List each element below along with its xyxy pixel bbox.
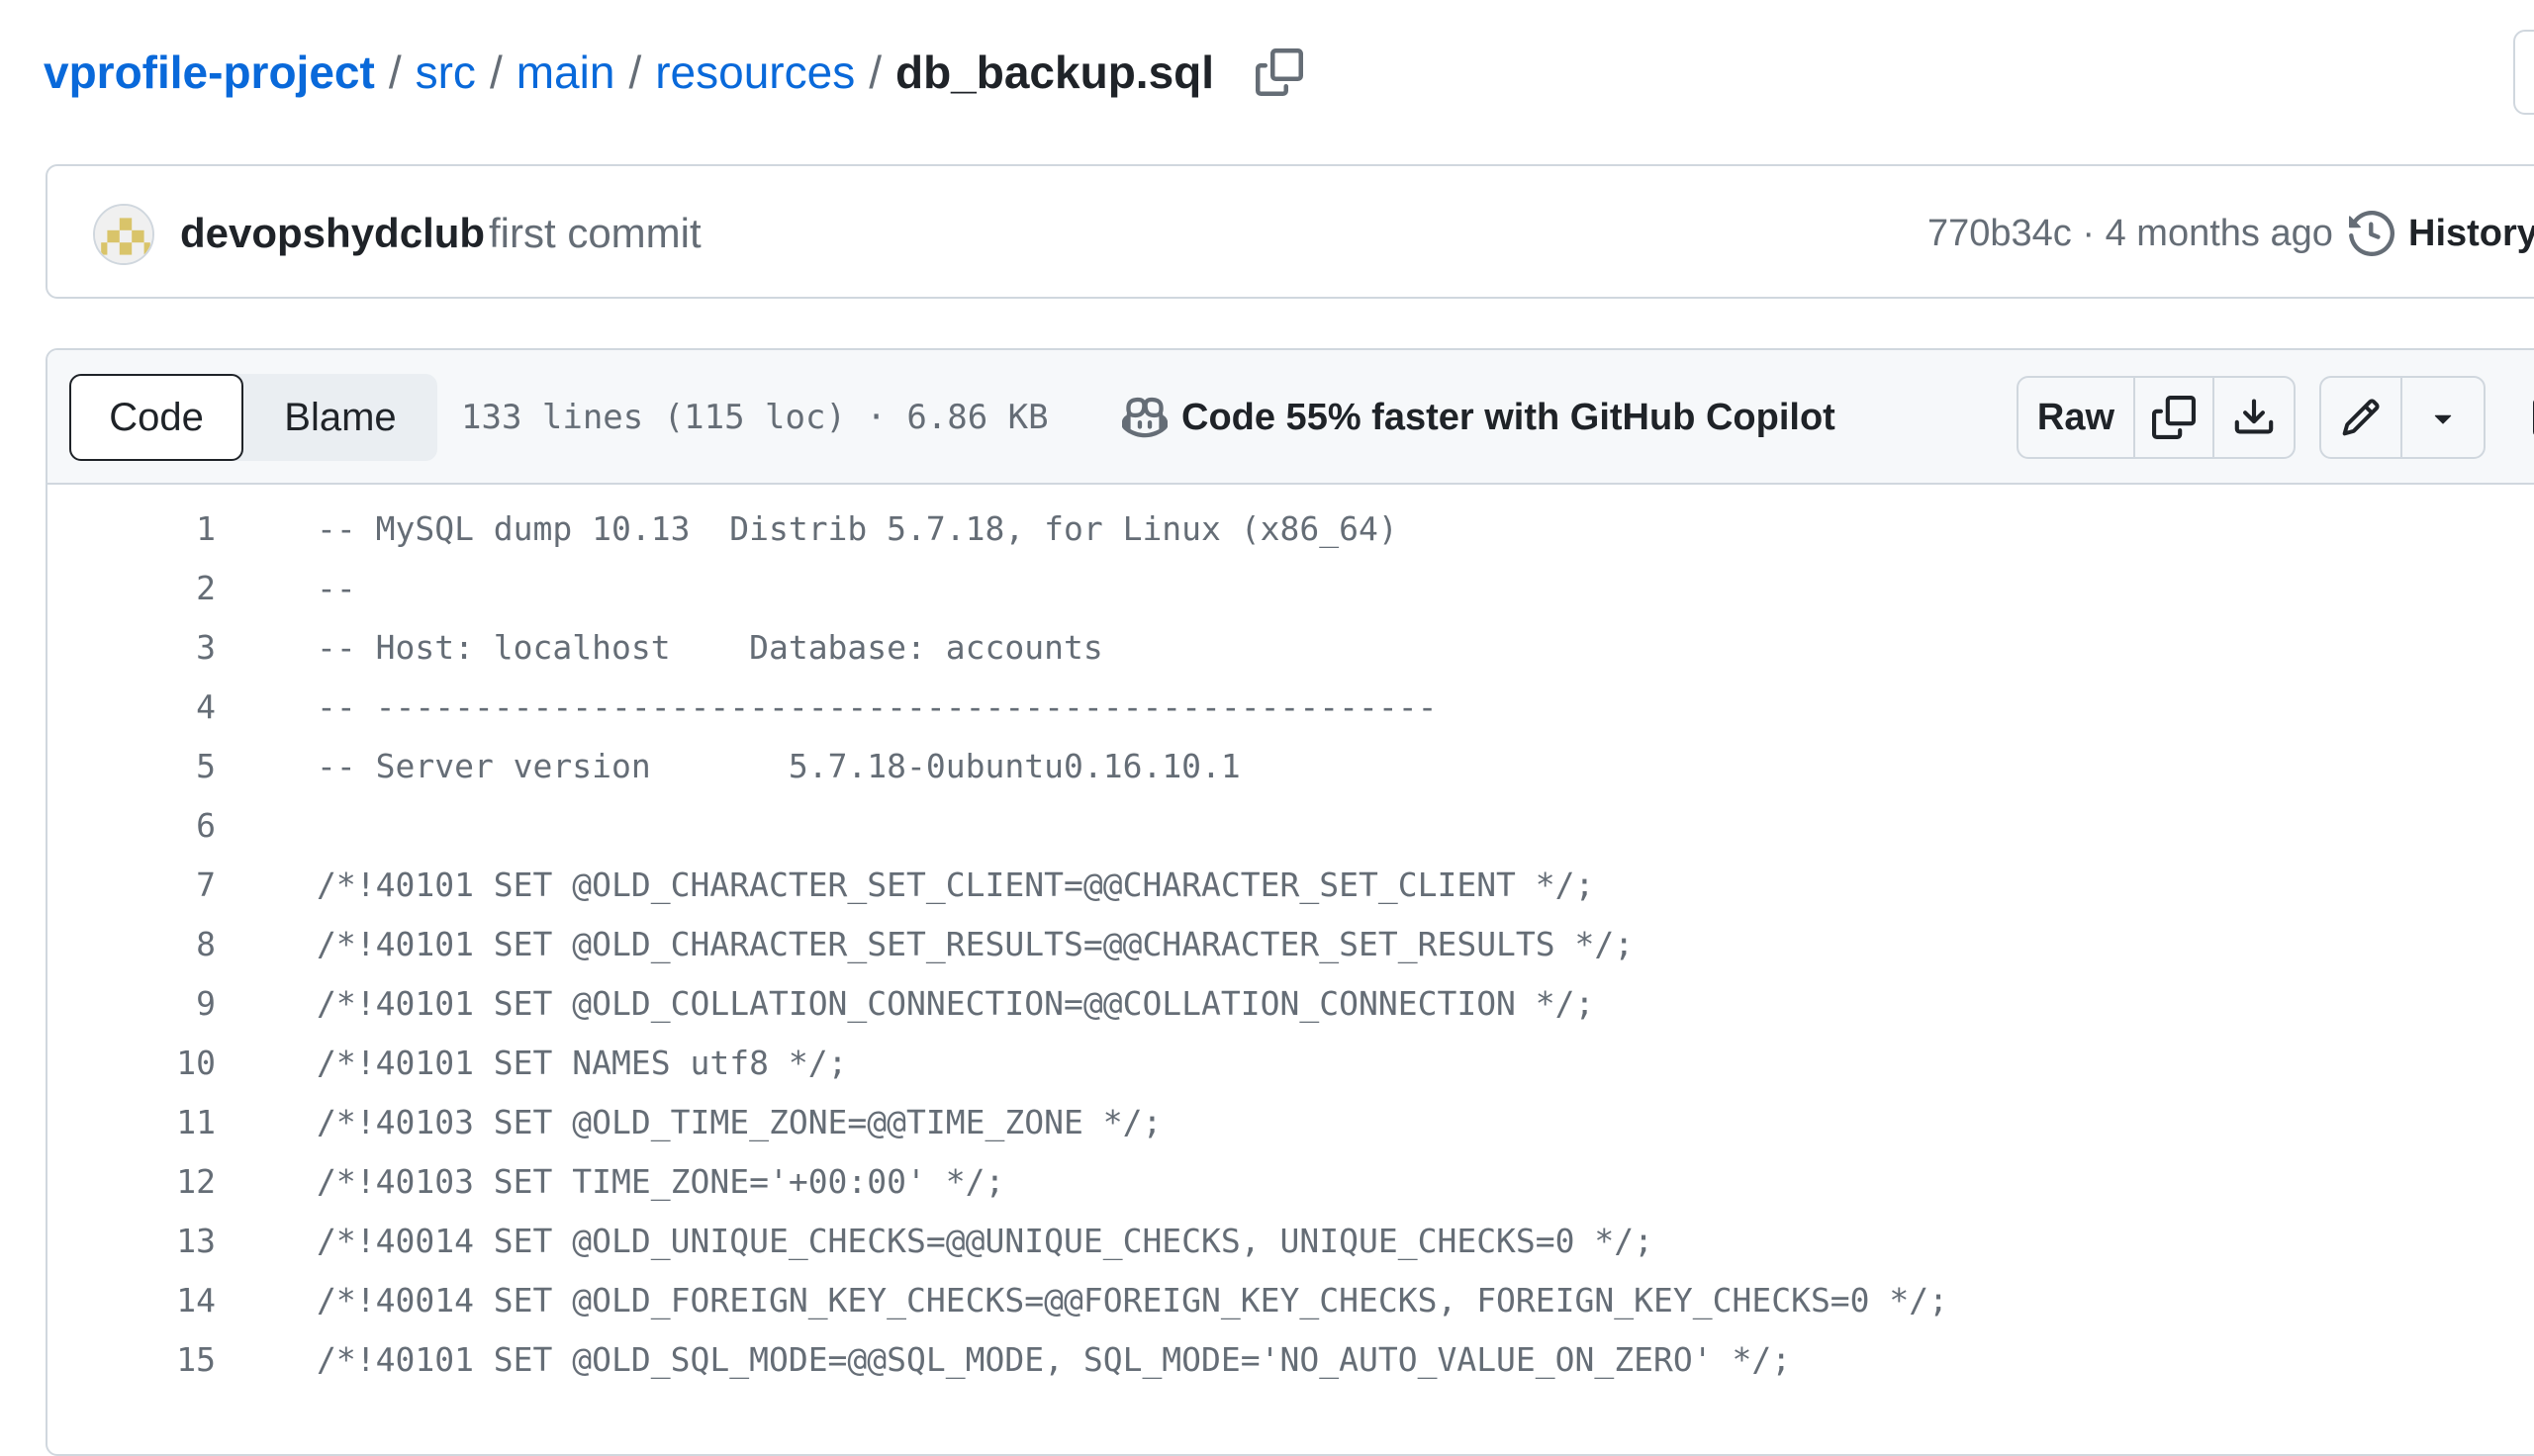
line-number[interactable]: 3	[47, 628, 216, 667]
code-line: 6	[47, 795, 2534, 855]
code-line: 1 -- MySQL dump 10.13 Distrib 5.7.18, for…	[47, 499, 2534, 558]
line-content: -- Host: localhost Database: accounts	[317, 627, 1103, 667]
raw-button[interactable]: Raw	[2018, 378, 2135, 457]
code-line: 4 -- ------------------------------------…	[47, 677, 2534, 736]
latest-commit-bar: devopshydclub first commit 770b34c · 4 m…	[46, 164, 2534, 299]
line-content: /*!40101 SET @OLD_COLLATION_CONNECTION=@…	[317, 983, 1595, 1023]
breadcrumb: vprofile-project / src / main / resource…	[44, 38, 1305, 107]
breadcrumb-main-link[interactable]: main	[516, 46, 615, 99]
top-right-button[interactable]	[2513, 30, 2534, 115]
edit-button-group	[2319, 376, 2486, 459]
line-content: /*!40101 SET @OLD_CHARACTER_SET_RESULTS=…	[317, 924, 1635, 963]
code-line: 14 /*!40014 SET @OLD_FOREIGN_KEY_CHECKS=@…	[47, 1270, 2534, 1329]
commit-sha-link[interactable]: 770b34c	[1927, 213, 2072, 254]
line-number[interactable]: 4	[47, 687, 216, 726]
edit-file-button[interactable]	[2321, 378, 2402, 457]
history-icon	[2349, 211, 2394, 256]
line-number[interactable]: 5	[47, 747, 216, 785]
code-line: 15 /*!40101 SET @OLD_SQL_MODE=@@SQL_MODE,…	[47, 1329, 2534, 1389]
file-header: Code Blame 133 lines (115 loc) · 6.86 KB…	[47, 350, 2534, 485]
code-line: 5 -- Server version 5.7.18-0ubuntu0.16.10…	[47, 736, 2534, 795]
breadcrumb-separator: /	[869, 46, 882, 98]
avatar[interactable]	[93, 204, 154, 265]
breadcrumb-src-link[interactable]: src	[416, 46, 476, 99]
history-button[interactable]: History	[2349, 200, 2534, 267]
line-number[interactable]: 13	[47, 1222, 216, 1260]
line-content: /*!40014 SET @OLD_FOREIGN_KEY_CHECKS=@@F…	[317, 1280, 1949, 1320]
code-line: 10 /*!40101 SET NAMES utf8 */;	[47, 1033, 2534, 1092]
line-number[interactable]: 7	[47, 865, 216, 904]
pencil-icon	[2342, 399, 2380, 436]
code-line: 9 /*!40101 SET @OLD_COLLATION_CONNECTION=…	[47, 973, 2534, 1033]
line-content: /*!40014 SET @OLD_UNIQUE_CHECKS=@@UNIQUE…	[317, 1221, 1654, 1260]
copy-icon	[2152, 396, 2196, 439]
line-number[interactable]: 11	[47, 1103, 216, 1141]
triangle-down-icon	[2434, 414, 2452, 424]
line-number[interactable]: 2	[47, 569, 216, 607]
line-content: /*!40101 SET NAMES utf8 */;	[317, 1043, 848, 1082]
copilot-promo-label: Code 55% faster with GitHub Copilot	[1181, 396, 1835, 438]
symbols-panel-button[interactable]	[2515, 376, 2534, 459]
commit-message-link[interactable]: first commit	[489, 204, 702, 263]
download-button[interactable]	[2214, 378, 2294, 457]
code-line: 12 /*!40103 SET TIME_ZONE='+00:00' */;	[47, 1151, 2534, 1211]
line-number[interactable]: 14	[47, 1281, 216, 1320]
code-view[interactable]: 1 -- MySQL dump 10.13 Distrib 5.7.18, for…	[47, 485, 2534, 1389]
commit-author-link[interactable]: devopshydclub	[180, 204, 485, 263]
commit-meta: 770b34c · 4 months ago	[1927, 204, 2333, 263]
edit-options-dropdown[interactable]	[2402, 378, 2484, 457]
history-label: History	[2408, 212, 2534, 254]
code-line: 3 -- Host: localhost Database: accounts	[47, 617, 2534, 677]
tab-blame[interactable]: Blame	[243, 374, 437, 461]
commit-time: 4 months ago	[2105, 213, 2333, 254]
copy-icon	[1256, 48, 1304, 96]
line-number[interactable]: 10	[47, 1044, 216, 1082]
copilot-promo-link[interactable]: Code 55% faster with GitHub Copilot	[1122, 374, 1835, 461]
breadcrumb-repo-link[interactable]: vprofile-project	[44, 46, 375, 99]
line-content: /*!40101 SET @OLD_CHARACTER_SET_CLIENT=@…	[317, 864, 1595, 904]
line-number[interactable]: 9	[47, 984, 216, 1023]
code-line: 13 /*!40014 SET @OLD_UNIQUE_CHECKS=@@UNIQ…	[47, 1211, 2534, 1270]
line-content: -- MySQL dump 10.13 Distrib 5.7.18, for …	[317, 508, 1398, 548]
line-number[interactable]: 6	[47, 806, 216, 845]
line-content: -- -------------------------------------…	[317, 686, 1438, 726]
code-line: 8 /*!40101 SET @OLD_CHARACTER_SET_RESULTS…	[47, 914, 2534, 973]
line-number[interactable]: 1	[47, 509, 216, 548]
line-content: -- Server version 5.7.18-0ubuntu0.16.10.…	[317, 746, 1241, 785]
tab-code[interactable]: Code	[69, 374, 243, 461]
breadcrumb-separator: /	[489, 46, 503, 98]
file-viewer: Code Blame 133 lines (115 loc) · 6.86 KB…	[46, 348, 2534, 1456]
code-line: 7 /*!40101 SET @OLD_CHARACTER_SET_CLIENT=…	[47, 855, 2534, 914]
view-toggle: Code Blame	[69, 374, 437, 461]
file-info: 133 lines (115 loc) · 6.86 KB	[461, 398, 1049, 437]
breadcrumb-current-file: db_backup.sql	[894, 46, 1215, 98]
line-content: /*!40101 SET @OLD_SQL_MODE=@@SQL_MODE, S…	[317, 1339, 1792, 1379]
raw-button-group: Raw	[2017, 376, 2296, 459]
line-number[interactable]: 12	[47, 1162, 216, 1201]
commit-meta-separator: ·	[2082, 213, 2096, 254]
identicon-icon	[95, 206, 152, 263]
copy-path-button[interactable]	[1254, 46, 1305, 98]
breadcrumb-separator: /	[388, 46, 402, 98]
breadcrumb-separator: /	[628, 46, 642, 98]
copy-raw-button[interactable]	[2135, 378, 2214, 457]
line-content: /*!40103 SET @OLD_TIME_ZONE=@@TIME_ZONE …	[317, 1102, 1163, 1141]
code-line: 2 --	[47, 558, 2534, 617]
line-number[interactable]: 15	[47, 1340, 216, 1379]
download-icon	[2234, 399, 2274, 434]
code-line: 11 /*!40103 SET @OLD_TIME_ZONE=@@TIME_ZON…	[47, 1092, 2534, 1151]
copilot-icon	[1122, 395, 1168, 440]
breadcrumb-resources-link[interactable]: resources	[655, 46, 855, 99]
line-content: --	[317, 568, 356, 607]
line-content: /*!40103 SET TIME_ZONE='+00:00' */;	[317, 1161, 1005, 1201]
line-number[interactable]: 8	[47, 925, 216, 963]
